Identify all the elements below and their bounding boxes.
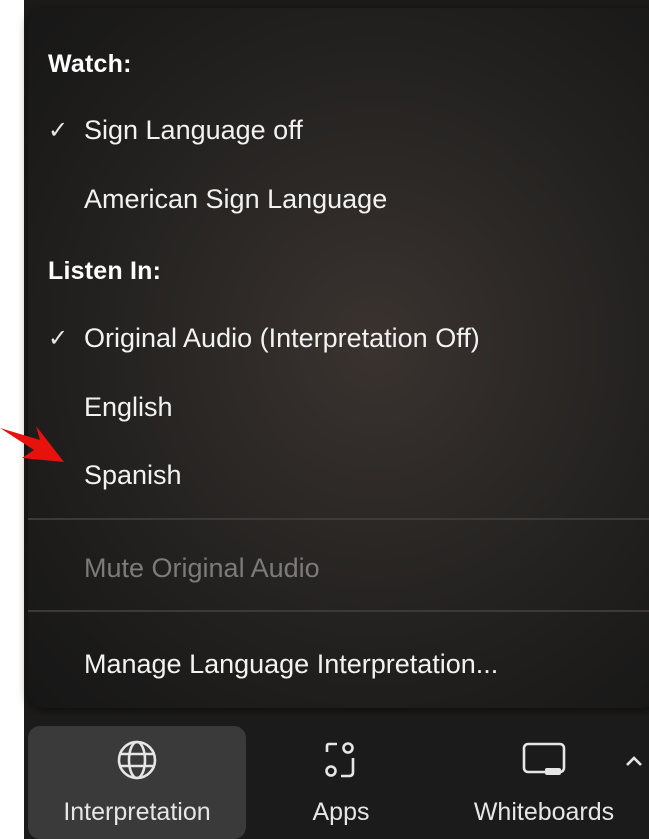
menu-item-manage-language-interpretation[interactable]: Manage Language Interpretation... [28,634,649,694]
apps-label: Apps [312,798,370,826]
watch-section-label: Watch: [48,50,132,78]
menu-item-label: English [84,391,173,422]
whiteboards-button[interactable]: Whiteboards [454,726,634,839]
menu-item-label: Mute Original Audio [84,552,320,583]
menu-divider [28,610,649,612]
checkmark-icon: ✓ [48,116,69,144]
interpretation-label: Interpretation [63,798,211,826]
red-arrow-icon [0,426,64,462]
screenshot: Watch: ✓ Sign Language off American Sign… [0,0,649,839]
menu-item-original-audio[interactable]: ✓ Original Audio (Interpretation Off) [28,308,649,368]
menu-item-english[interactable]: English [28,377,649,437]
globe-icon [117,740,157,780]
menu-item-label: Manage Language Interpretation... [84,648,499,679]
whiteboards-label: Whiteboards [473,798,615,826]
menu-item-mute-original-audio[interactable]: Mute Original Audio [28,538,649,598]
menu-item-label: American Sign Language [84,183,388,214]
whiteboard-icon [522,742,566,775]
menu-item-spanish[interactable]: Spanish [28,445,649,505]
menu-item-sign-language-off[interactable]: ✓ Sign Language off [28,100,649,160]
menu-item-label: Original Audio (Interpretation Off) [84,322,480,353]
menu-divider [28,518,649,520]
meeting-toolbar: Interpretation Apps Whiteboards [24,716,649,839]
listen-section-label: Listen In: [48,257,162,285]
caret-up-icon[interactable] [624,754,644,768]
checkmark-icon: ✓ [48,324,69,352]
menu-item-american-sign-language[interactable]: American Sign Language [28,169,649,229]
menu-item-label: Spanish [84,459,182,490]
apps-button[interactable]: Apps [286,726,396,839]
interpretation-button[interactable]: Interpretation [28,726,246,839]
interpretation-menu: Watch: ✓ Sign Language off American Sign… [28,8,649,708]
apps-icon [325,742,355,778]
menu-item-label: Sign Language off [84,114,303,145]
